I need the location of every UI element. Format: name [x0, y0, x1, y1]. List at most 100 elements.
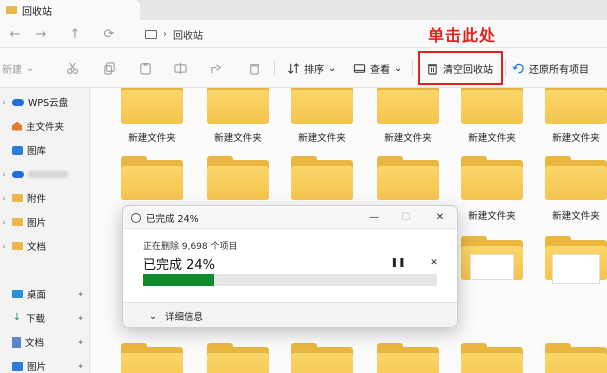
folder-item[interactable] — [377, 88, 439, 124]
sidebar-item-downloads[interactable]: ↓ 下载 ✦ — [0, 308, 90, 328]
restore-all-button[interactable]: 还原所有项目 — [512, 58, 589, 78]
folder-icon — [545, 353, 607, 373]
folder-name[interactable]: 新建文件夹 — [536, 130, 607, 144]
folder-name[interactable]: 新建文件夹 — [112, 130, 192, 144]
pin-icon[interactable]: ✦ — [77, 338, 84, 347]
new-button[interactable]: 新建 ⌄ — [2, 58, 34, 78]
home-icon — [12, 121, 22, 131]
folder-icon — [377, 166, 439, 200]
chevron-down-icon: ⌄ — [328, 62, 337, 74]
cancel-button[interactable]: ✕ — [427, 256, 441, 270]
tab-recycle-bin[interactable]: 回收站 — [0, 0, 140, 20]
sidebar-item-gallery[interactable]: 图库 — [0, 140, 90, 160]
pause-button[interactable]: ❚❚ — [390, 256, 405, 270]
folder-preview-thumbnail — [552, 254, 600, 284]
folder-item[interactable] — [377, 156, 439, 200]
folder-icon — [12, 194, 23, 202]
folder-icon — [207, 166, 269, 200]
folder-item[interactable] — [207, 343, 269, 373]
folder-item[interactable] — [461, 88, 523, 124]
folder-item[interactable] — [291, 343, 353, 373]
copy-button[interactable] — [103, 58, 116, 78]
sidebar-item-desktop[interactable]: 桌面 ✦ — [0, 284, 90, 304]
folder-name[interactable]: 新建文件夹 — [452, 130, 532, 144]
folder-item[interactable] — [121, 156, 183, 200]
folder-icon — [377, 90, 439, 124]
folder-icon — [121, 90, 183, 124]
dialog-title-bar: 已完成 24% — [131, 211, 199, 225]
minimize-button[interactable]: — — [366, 209, 382, 225]
sidebar-item-label: 桌面 — [27, 290, 47, 301]
folder-icon — [291, 166, 353, 200]
folder-name[interactable]: 新建文件夹 — [368, 130, 448, 144]
command-bar: 新建 ⌄ 排序 ⌄ 查看 ⌄ 清空回收站 还原所有项目 — [0, 48, 607, 88]
chevron-right-icon: › — [2, 97, 6, 107]
cloud-icon — [12, 170, 24, 178]
cloud-icon — [12, 98, 24, 106]
download-icon: ↓ — [12, 312, 22, 323]
folder-icon — [291, 353, 353, 373]
refresh-icon[interactable]: ⟳ — [98, 24, 120, 44]
folder-name[interactable]: 新建文件夹 — [452, 208, 532, 222]
folder-item[interactable] — [291, 156, 353, 200]
pin-icon[interactable]: ✦ — [77, 362, 84, 371]
sidebar-item-label: 图片 — [27, 362, 47, 373]
toolbar-divider — [412, 60, 413, 76]
folder-item[interactable] — [545, 88, 607, 124]
folder-item[interactable] — [121, 88, 183, 124]
annotation-highlight-box — [418, 51, 503, 85]
more-details-toggle[interactable]: ⌄ 详细信息 — [149, 309, 203, 324]
sidebar-item-documents[interactable]: 文档 ✦ — [0, 332, 90, 352]
folder-item[interactable] — [291, 88, 353, 124]
back-arrow-icon[interactable]: ← — [4, 24, 26, 44]
sort-label: 排序 — [304, 64, 324, 76]
folder-item[interactable] — [545, 343, 607, 373]
document-icon — [12, 336, 21, 348]
sidebar-item-attachments[interactable]: › 附件 — [0, 188, 90, 208]
sort-button[interactable]: 排序 ⌄ — [287, 58, 336, 78]
maximize-button[interactable]: ☐ — [398, 209, 414, 225]
folder-item[interactable] — [461, 156, 523, 200]
gallery-icon — [12, 145, 23, 155]
folder-item[interactable] — [377, 343, 439, 373]
sidebar-item-pictures-cloud[interactable]: › 图片 — [0, 212, 90, 232]
view-label: 查看 — [370, 64, 390, 76]
view-button[interactable]: 查看 ⌄ — [353, 58, 402, 78]
folder-icon — [461, 90, 523, 124]
rename-button[interactable] — [174, 58, 187, 78]
folder-item[interactable] — [207, 88, 269, 124]
sidebar-item-documents-cloud[interactable]: › 文档 — [0, 236, 90, 256]
paste-button[interactable] — [139, 58, 152, 78]
delete-button[interactable] — [248, 58, 261, 78]
close-button[interactable]: ✕ — [432, 209, 448, 225]
folder-item[interactable] — [207, 156, 269, 200]
folder-icon — [461, 166, 523, 200]
progress-bar-fill — [143, 274, 214, 286]
address-bar[interactable]: › 回收站 — [133, 23, 607, 45]
pin-icon[interactable]: ✦ — [77, 290, 84, 299]
sidebar-item-home[interactable]: 主文件夹 — [0, 116, 90, 136]
folder-item[interactable] — [461, 343, 523, 373]
sidebar-item-wps-cloud[interactable]: › WPS云盘 — [0, 92, 90, 112]
more-details-label: 详细信息 — [164, 312, 203, 323]
folder-name[interactable]: 新建文件夹 — [198, 130, 278, 144]
sidebar-item-onedrive[interactable]: › — [0, 164, 90, 184]
sidebar-item-pictures[interactable]: 图片 ✦ — [0, 356, 90, 373]
new-label: 新建 — [2, 64, 22, 76]
breadcrumb-recycle-bin[interactable]: 回收站 — [173, 27, 203, 42]
restore-icon — [512, 63, 524, 73]
folder-name[interactable]: 新建文件夹 — [282, 130, 362, 144]
chevron-down-icon: ⌄ — [149, 310, 157, 322]
desktop-icon — [12, 290, 23, 298]
share-button[interactable] — [210, 58, 223, 78]
navigation-bar: ← → ↑ ⟳ › 回收站 — [0, 20, 607, 48]
folder-item[interactable] — [121, 343, 183, 373]
forward-arrow-icon[interactable]: → — [30, 24, 52, 44]
sidebar-item-label: 文档 — [27, 242, 47, 253]
cut-button[interactable] — [66, 58, 79, 78]
folder-name[interactable]: 新建文件夹 — [536, 208, 607, 222]
up-arrow-icon[interactable]: ↑ — [64, 24, 86, 44]
pin-icon[interactable]: ✦ — [77, 314, 84, 323]
progress-icon — [131, 213, 141, 223]
folder-item[interactable] — [545, 156, 607, 200]
